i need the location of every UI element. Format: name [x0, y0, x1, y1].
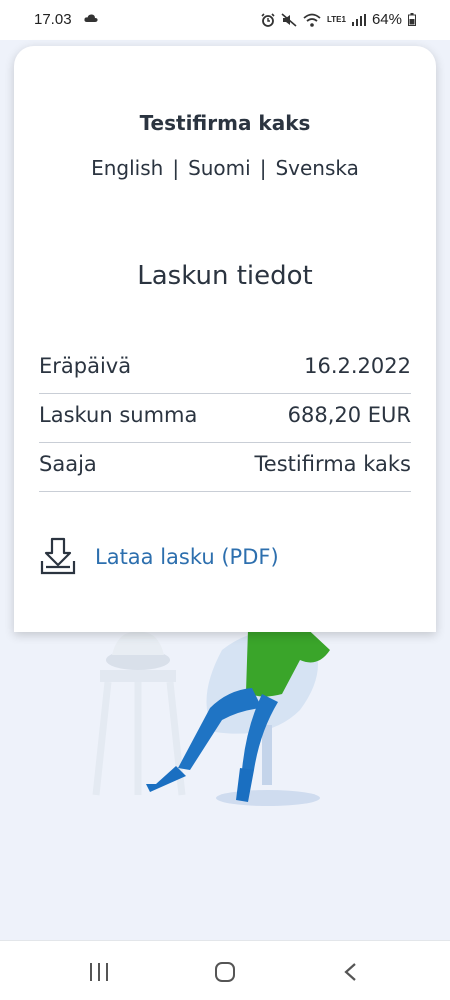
download-label: Lataa lasku (PDF) [95, 545, 279, 569]
detail-row-due-date: Eräpäivä 16.2.2022 [39, 345, 411, 394]
lang-english-link[interactable]: English [91, 156, 163, 180]
battery-icon [408, 13, 416, 26]
cloud-icon [84, 14, 98, 22]
detail-row-recipient: Saaja Testifirma kaks [39, 443, 411, 492]
battery-percent: 64% [371, 11, 402, 28]
lang-svenska-link[interactable]: Svenska [275, 156, 358, 180]
alarm-icon [261, 12, 275, 27]
download-tray-icon [40, 537, 76, 575]
download-invoice-link[interactable]: Lataa lasku (PDF) [40, 537, 279, 577]
status-time: 17.03 [34, 11, 72, 28]
signal-icon [351, 13, 366, 26]
recent-apps-icon[interactable] [89, 963, 109, 981]
detail-value: Testifirma kaks [254, 452, 411, 476]
detail-label: Eräpäivä [39, 354, 132, 378]
company-name: Testifirma kaks [139, 111, 311, 135]
lang-separator: | [259, 156, 267, 180]
wifi-icon [303, 13, 321, 27]
home-icon[interactable] [214, 961, 236, 983]
network-type: LTE1 [327, 14, 346, 24]
detail-value: 16.2.2022 [304, 354, 411, 378]
language-switcher: English | Suomi | Svenska [0, 156, 450, 180]
section-title: Laskun tiedot [137, 261, 313, 291]
detail-label: Saaja [39, 452, 97, 476]
detail-label: Laskun summa [39, 403, 198, 427]
lang-separator: | [172, 156, 180, 180]
status-indicators: LTE1 64% [261, 11, 416, 28]
mute-icon [281, 12, 297, 27]
navigation-bar [0, 940, 450, 1000]
detail-row-amount: Laskun summa 688,20 EUR [39, 394, 411, 443]
status-bar: 17.03 LTE1 64% [0, 0, 450, 40]
back-icon[interactable] [343, 962, 357, 982]
lang-suomi-link[interactable]: Suomi [188, 156, 251, 180]
detail-value: 688,20 EUR [287, 403, 411, 427]
